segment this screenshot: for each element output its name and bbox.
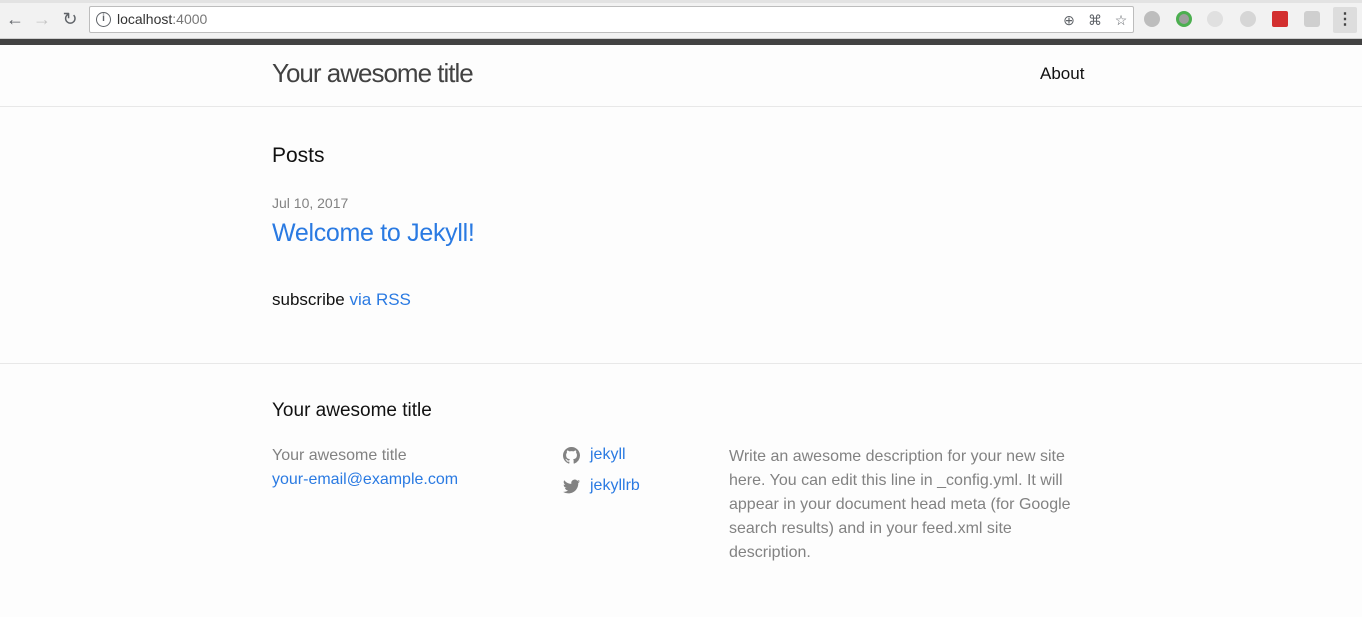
extension-icon[interactable]: [1176, 11, 1192, 27]
twitter-username[interactable]: jekyllrb: [590, 477, 640, 495]
forward-arrow-icon[interactable]: →: [32, 9, 52, 29]
star-icon[interactable]: ☆: [1112, 11, 1130, 29]
tab-strip: [0, 0, 1362, 3]
rss-link[interactable]: via RSS: [349, 290, 410, 309]
site-title[interactable]: Your awesome title: [272, 58, 474, 89]
translate-icon[interactable]: ⌘: [1086, 11, 1104, 29]
github-icon: [563, 446, 580, 464]
nav-link-about[interactable]: About: [1040, 64, 1084, 84]
address-bar[interactable]: i localhost:4000 ⊕ ⌘ ☆: [89, 6, 1134, 33]
footer-heading: Your awesome title: [272, 400, 432, 421]
url-text[interactable]: localhost:4000: [117, 11, 207, 27]
menu-icon[interactable]: ⋮: [1333, 7, 1357, 33]
github-username[interactable]: jekyll: [590, 446, 626, 464]
extension-icon[interactable]: [1207, 11, 1223, 27]
reload-icon[interactable]: ↻: [60, 9, 80, 29]
zoom-icon[interactable]: ⊕: [1060, 11, 1078, 29]
subscribe-text: subscribe: [272, 290, 350, 309]
site-footer: Your awesome title Your awesome title yo…: [0, 363, 1362, 617]
back-arrow-icon[interactable]: ←: [5, 9, 25, 29]
info-icon[interactable]: i: [96, 12, 111, 27]
subscribe-line: subscribe via RSS: [272, 290, 411, 310]
browser-toolbar: ← → ↻ i localhost:4000 ⊕ ⌘ ☆ ⋮: [0, 0, 1362, 39]
twitter-link[interactable]: jekyllrb: [563, 477, 640, 495]
site-description: Write an awesome description for your ne…: [729, 448, 1071, 561]
posts-heading: Posts: [272, 144, 325, 167]
site-header: Your awesome title About: [0, 45, 1362, 107]
post-date: Jul 10, 2017: [272, 195, 349, 211]
footer-email-link[interactable]: your-email@example.com: [272, 471, 458, 489]
extension-icon[interactable]: [1304, 11, 1320, 27]
twitter-icon: [563, 479, 580, 493]
github-link[interactable]: jekyll: [563, 446, 626, 464]
extension-icon[interactable]: [1144, 11, 1160, 27]
post-link[interactable]: Welcome to Jekyll!: [272, 219, 475, 248]
extension-icon[interactable]: [1272, 11, 1288, 27]
footer-site-name: Your awesome title: [272, 447, 407, 464]
extension-icon[interactable]: [1240, 11, 1256, 27]
